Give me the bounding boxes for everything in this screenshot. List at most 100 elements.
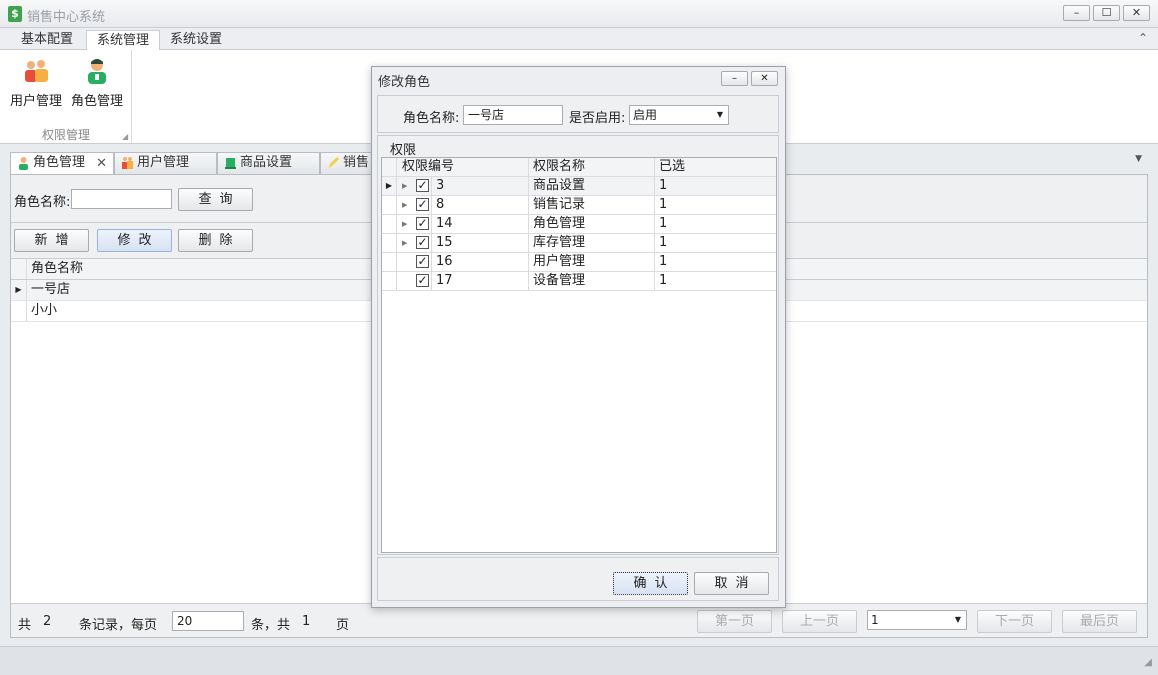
maximize-button[interactable]: ☐ bbox=[1093, 5, 1120, 21]
window-title: 销售中心系统 bbox=[27, 10, 106, 25]
group-launcher-icon[interactable]: ◢ bbox=[122, 132, 128, 141]
title-bar: $ 销售中心系统 – ☐ ✕ bbox=[0, 0, 1158, 28]
page-select-value: 1 bbox=[871, 613, 879, 627]
expand-icon[interactable]: ▶ bbox=[402, 215, 407, 233]
cell-role-name: 小小 bbox=[31, 303, 58, 318]
status-bar: ◢ bbox=[0, 646, 1158, 675]
edit-button[interactable]: 修改 bbox=[97, 229, 172, 252]
permissions-grid-header: 权限编号 权限名称 已选 bbox=[382, 158, 776, 177]
next-page-button[interactable]: 下一页 bbox=[977, 610, 1052, 633]
tab-role-management[interactable]: 角色管理 ✕ bbox=[10, 152, 114, 175]
table-row[interactable]: ✓ 17 设备管理 1 bbox=[382, 272, 776, 291]
users-icon bbox=[122, 157, 133, 169]
dialog-role-name-input[interactable]: 一号店 bbox=[463, 105, 563, 125]
cell-selected: 1 bbox=[654, 272, 776, 290]
enabled-select-value: 启用 bbox=[633, 108, 658, 122]
pager-total-count: 2 bbox=[43, 614, 52, 629]
cell-permission-name: 用户管理 bbox=[528, 253, 654, 271]
chevron-down-icon[interactable]: ▼ bbox=[1135, 154, 1142, 164]
row-header bbox=[382, 158, 397, 176]
expand-icon[interactable]: ▶ bbox=[402, 234, 407, 252]
row-header bbox=[382, 196, 397, 214]
dialog-title: 修改角色 bbox=[378, 75, 431, 90]
cell-selected: 1 bbox=[654, 234, 776, 252]
row-header bbox=[11, 259, 27, 279]
row-header bbox=[11, 301, 27, 321]
dialog-button-bar: 确认 取消 bbox=[377, 557, 779, 601]
pager-page-unit: 页 bbox=[336, 618, 350, 633]
pager-per-page-text: 条记录，每页 bbox=[79, 618, 158, 633]
cell-permission-id: 3 bbox=[436, 178, 445, 193]
add-button[interactable]: 新增 bbox=[14, 229, 89, 252]
column-header-permission-id[interactable]: 权限编号 bbox=[402, 158, 454, 176]
page-select[interactable]: 1 ▼ bbox=[867, 610, 967, 630]
role-name-label: 角色名称: bbox=[14, 195, 71, 210]
enabled-select[interactable]: 启用 ▼ bbox=[629, 105, 729, 125]
pager-pages-text: 条，共 bbox=[251, 618, 291, 633]
role-management-button[interactable]: 角色管理 bbox=[69, 54, 125, 110]
current-row-indicator-icon: ▶ bbox=[11, 280, 27, 300]
column-header-role-name[interactable]: 角色名称 bbox=[31, 259, 83, 279]
cell-permission-name: 设备管理 bbox=[528, 272, 654, 290]
column-header-permission-name[interactable]: 权限名称 bbox=[528, 158, 654, 176]
user-management-label: 用户管理 bbox=[9, 94, 62, 109]
pencil-icon bbox=[329, 157, 339, 168]
permissions-caption: 权限 bbox=[390, 143, 417, 158]
dialog-minimize-button[interactable]: – bbox=[721, 71, 748, 86]
ribbon-group-permissions: 用户管理 角色管理 权限管理 ◢ bbox=[6, 50, 132, 143]
page-size-input[interactable]: 20 bbox=[172, 611, 244, 631]
permissions-group: 权限 权限编号 权限名称 已选 ▶ ▶ ✓ 3 商品设置 1 ▶ ✓ 8 销售记… bbox=[377, 135, 779, 555]
cell-selected: 1 bbox=[654, 253, 776, 271]
cancel-button[interactable]: 取消 bbox=[694, 572, 769, 595]
cell-permission-name: 库存管理 bbox=[528, 234, 654, 252]
table-row[interactable]: ✓ 16 用户管理 1 bbox=[382, 253, 776, 272]
resize-grip-icon[interactable]: ◢ bbox=[1144, 657, 1152, 668]
ribbon-tab-system-settings[interactable]: 系统设置 bbox=[160, 30, 232, 51]
tab-goods-settings[interactable]: 商品设置 bbox=[217, 152, 320, 174]
checkbox-checked[interactable]: ✓ bbox=[416, 274, 429, 287]
role-name-search-input[interactable] bbox=[71, 189, 172, 209]
chevron-up-icon[interactable]: ⌃ bbox=[1138, 31, 1148, 45]
ribbon-tab-basic-config[interactable]: 基本配置 bbox=[11, 30, 83, 51]
cell-selected: 1 bbox=[654, 177, 776, 195]
tab-label: 销售 bbox=[343, 155, 370, 170]
first-page-button[interactable]: 第一页 bbox=[697, 610, 772, 633]
permissions-grid: 权限编号 权限名称 已选 ▶ ▶ ✓ 3 商品设置 1 ▶ ✓ 8 销售记录 1 bbox=[381, 157, 777, 553]
user-management-button[interactable]: 用户管理 bbox=[8, 54, 64, 110]
ribbon-group-label: 权限管理 bbox=[41, 128, 90, 142]
checkbox-checked[interactable]: ✓ bbox=[416, 198, 429, 211]
pager-page-count: 1 bbox=[302, 614, 311, 629]
checkbox-checked[interactable]: ✓ bbox=[416, 179, 429, 192]
chevron-down-icon: ▼ bbox=[716, 110, 723, 119]
close-icon[interactable]: ✕ bbox=[96, 154, 107, 174]
tab-user-management[interactable]: 用户管理 bbox=[114, 152, 217, 174]
query-button[interactable]: 查询 bbox=[178, 188, 253, 211]
role-icon bbox=[88, 59, 106, 84]
goods-icon bbox=[225, 158, 236, 169]
enabled-label: 是否启用: bbox=[569, 111, 626, 126]
cell-permission-id: 15 bbox=[436, 235, 453, 250]
pager: 共 2 条记录，每页 20 条，共 1 页 第一页 上一页 1 ▼ 下一页 最后… bbox=[11, 603, 1147, 637]
dialog-close-button[interactable]: ✕ bbox=[751, 71, 778, 86]
table-row[interactable]: ▶ ✓ 14 角色管理 1 bbox=[382, 215, 776, 234]
table-row[interactable]: ▶ ✓ 15 库存管理 1 bbox=[382, 234, 776, 253]
last-page-button[interactable]: 最后页 bbox=[1062, 610, 1137, 633]
expand-icon[interactable]: ▶ bbox=[402, 196, 407, 214]
close-button[interactable]: ✕ bbox=[1123, 5, 1150, 21]
row-header bbox=[382, 234, 397, 252]
expand-icon[interactable]: ▶ bbox=[402, 177, 407, 195]
checkbox-checked[interactable]: ✓ bbox=[416, 217, 429, 230]
cell-permission-name: 销售记录 bbox=[528, 196, 654, 214]
checkbox-checked[interactable]: ✓ bbox=[416, 255, 429, 268]
minimize-button[interactable]: – bbox=[1063, 5, 1090, 21]
ribbon-tab-system-management[interactable]: 系统管理 bbox=[86, 30, 161, 51]
table-row[interactable]: ▶ ▶ ✓ 3 商品设置 1 bbox=[382, 177, 776, 196]
delete-button[interactable]: 删除 bbox=[178, 229, 253, 252]
table-row[interactable]: ▶ ✓ 8 销售记录 1 bbox=[382, 196, 776, 215]
cell-role-name: 一号店 bbox=[31, 282, 71, 297]
prev-page-button[interactable]: 上一页 bbox=[782, 610, 857, 633]
column-header-selected[interactable]: 已选 bbox=[654, 158, 776, 176]
row-header bbox=[382, 253, 397, 271]
checkbox-checked[interactable]: ✓ bbox=[416, 236, 429, 249]
confirm-button[interactable]: 确认 bbox=[613, 572, 688, 595]
